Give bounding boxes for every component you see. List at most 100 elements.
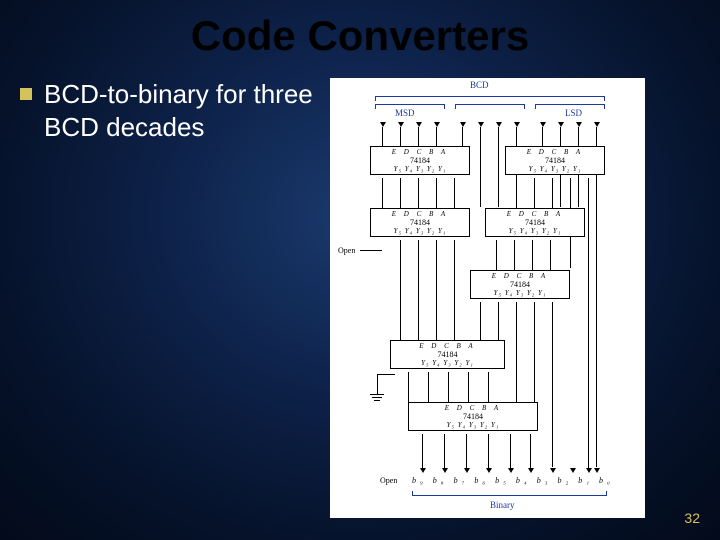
content-area: BCD-to-binary for three BCD decades BCD … (0, 60, 720, 518)
arrow-icon (540, 122, 546, 127)
open-label: Open (338, 246, 355, 255)
wire (377, 374, 378, 394)
chip-inputs: E D C B A (411, 404, 535, 412)
wire (418, 178, 419, 208)
wire (436, 127, 437, 147)
bottom-brace (412, 492, 607, 496)
chip-outputs: Y₅ Y₄ Y₃ Y₂ Y₁ (373, 165, 467, 173)
arrow-icon (594, 122, 600, 127)
arrow-icon (416, 122, 422, 127)
chip-outputs: Y₅ Y₄ Y₃ Y₂ Y₁ (488, 227, 582, 235)
chip-label: 74184 (373, 156, 467, 165)
wire (488, 434, 489, 468)
arrow-icon (434, 122, 440, 127)
chip-label: 74184 (488, 218, 582, 227)
wire (428, 372, 429, 402)
wire (408, 372, 409, 402)
wire (552, 178, 553, 208)
chip-label: 74184 (508, 156, 602, 165)
wire (516, 178, 517, 208)
wire (534, 178, 535, 208)
wire (550, 240, 551, 270)
chip-inputs: E D C B A (508, 148, 602, 156)
open-label-bottom: Open (380, 476, 397, 485)
arrow-icon (594, 468, 600, 473)
bullet-text: BCD-to-binary for three BCD decades (44, 78, 320, 143)
arrow-icon (442, 468, 448, 473)
wire (514, 240, 515, 270)
wire (400, 127, 401, 147)
wire (360, 250, 382, 251)
arrow-icon (586, 468, 592, 473)
wire (510, 434, 511, 468)
arrow-icon (570, 468, 576, 473)
wire (552, 302, 553, 467)
arrow-icon (486, 468, 492, 473)
wire (382, 178, 383, 208)
chip-label: 74184 (393, 350, 502, 359)
chip-box: E D C B A 74184 Y₅ Y₄ Y₃ Y₂ Y₁ (370, 208, 470, 237)
chip-box: E D C B A 74184 Y₅ Y₄ Y₃ Y₂ Y₁ (485, 208, 585, 237)
wire (596, 127, 597, 467)
chip-inputs: E D C B A (473, 272, 567, 280)
lsd-label: LSD (565, 108, 582, 118)
chip-box: E D C B A 74184 Y₅ Y₄ Y₃ Y₂ Y₁ (408, 402, 538, 431)
top-brace (375, 96, 605, 100)
wire (480, 127, 481, 207)
square-bullet-icon (20, 88, 32, 100)
wire (542, 127, 543, 147)
wire (377, 374, 395, 375)
chip-box: E D C B A 74184 Y₅ Y₄ Y₃ Y₂ Y₁ (470, 270, 570, 299)
wire (382, 127, 383, 147)
msd-label: MSD (395, 108, 415, 118)
wire (588, 178, 589, 468)
chip-inputs: E D C B A (393, 342, 502, 350)
bullet-item: BCD-to-binary for three BCD decades (20, 78, 320, 518)
chip-inputs: E D C B A (373, 210, 467, 218)
chip-outputs: Y₅ Y₄ Y₃ Y₂ Y₁ (508, 165, 602, 173)
chip-outputs: Y₅ Y₄ Y₃ Y₂ Y₁ (373, 227, 467, 235)
arrow-icon (420, 468, 426, 473)
bcd-label: BCD (470, 80, 489, 90)
wire (516, 302, 517, 402)
arrow-icon (460, 122, 466, 127)
wire (436, 240, 437, 340)
wire (400, 178, 401, 208)
ground-icon (370, 394, 384, 401)
arrow-icon (398, 122, 404, 127)
chip-label: 74184 (373, 218, 467, 227)
chip-label: 74184 (411, 412, 535, 421)
wire (488, 372, 489, 402)
chip-box: E D C B A 74184 Y₅ Y₄ Y₃ Y₂ Y₁ (370, 146, 470, 175)
chip-inputs: E D C B A (488, 210, 582, 218)
wire (436, 178, 437, 208)
wire (468, 372, 469, 402)
wire (418, 127, 419, 147)
arrow-icon (550, 468, 556, 473)
wire (532, 240, 533, 270)
wire (498, 127, 499, 207)
arrow-icon (508, 468, 514, 473)
chip-label: 74184 (473, 280, 567, 289)
chip-outputs: Y₅ Y₄ Y₃ Y₂ Y₁ (473, 289, 567, 297)
wire (498, 302, 499, 340)
slide-title: Code Converters (0, 0, 720, 60)
arrow-icon (558, 122, 564, 127)
wire (454, 240, 455, 340)
wire (422, 434, 423, 468)
wire (462, 127, 463, 147)
arrow-icon (496, 122, 502, 127)
binary-bits: b₉ b₈ b₇ b₆ b₅ b₄ b₃ b₂ b₁ b₀ (412, 476, 614, 485)
arrow-icon (464, 468, 470, 473)
binary-label: Binary (490, 500, 515, 510)
wire (444, 434, 445, 468)
page-number: 32 (684, 510, 700, 526)
wire (418, 240, 419, 340)
chip-box: E D C B A 74184 Y₅ Y₄ Y₃ Y₂ Y₁ (505, 146, 605, 175)
arrow-icon (528, 468, 534, 473)
chip-outputs: Y₅ Y₄ Y₃ Y₂ Y₁ (393, 359, 502, 367)
wire (454, 178, 455, 208)
chip-outputs: Y₅ Y₄ Y₃ Y₂ Y₁ (411, 421, 535, 429)
arrow-icon (478, 122, 484, 127)
wire (530, 434, 531, 468)
